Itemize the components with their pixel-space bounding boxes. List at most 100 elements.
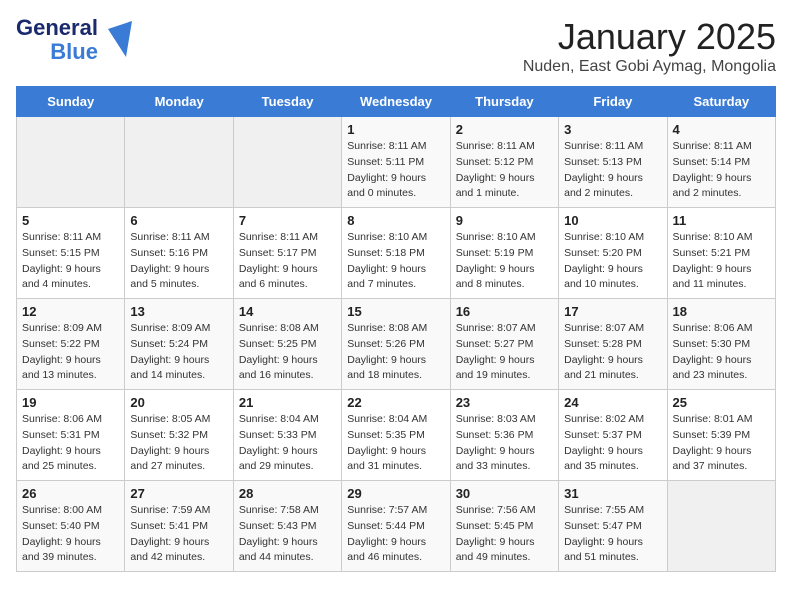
day-number: 10 — [564, 213, 661, 228]
day-info: Sunrise: 8:09 AM Sunset: 5:22 PM Dayligh… — [22, 321, 119, 384]
day-info: Sunrise: 8:03 AM Sunset: 5:36 PM Dayligh… — [456, 412, 553, 475]
day-info: Sunrise: 8:07 AM Sunset: 5:27 PM Dayligh… — [456, 321, 553, 384]
day-info: Sunrise: 8:05 AM Sunset: 5:32 PM Dayligh… — [130, 412, 227, 475]
day-number: 1 — [347, 122, 444, 137]
day-info: Sunrise: 8:08 AM Sunset: 5:26 PM Dayligh… — [347, 321, 444, 384]
calendar-cell: 7 Sunrise: 8:11 AM Sunset: 5:17 PM Daylig… — [233, 208, 341, 299]
calendar-cell: 30 Sunrise: 7:56 AM Sunset: 5:45 PM Dayli… — [450, 481, 558, 572]
day-number: 7 — [239, 213, 336, 228]
day-number: 6 — [130, 213, 227, 228]
calendar-cell: 10 Sunrise: 8:10 AM Sunset: 5:20 PM Dayli… — [559, 208, 667, 299]
day-info: Sunrise: 8:10 AM Sunset: 5:21 PM Dayligh… — [673, 230, 770, 293]
day-info: Sunrise: 8:02 AM Sunset: 5:37 PM Dayligh… — [564, 412, 661, 475]
day-info: Sunrise: 8:11 AM Sunset: 5:15 PM Dayligh… — [22, 230, 119, 293]
calendar-cell — [233, 117, 341, 208]
calendar-subtitle: Nuden, East Gobi Aymag, Mongolia — [523, 58, 776, 76]
day-number: 18 — [673, 304, 770, 319]
weekday-header-tuesday: Tuesday — [233, 87, 341, 117]
day-info: Sunrise: 8:01 AM Sunset: 5:39 PM Dayligh… — [673, 412, 770, 475]
weekday-header-wednesday: Wednesday — [342, 87, 450, 117]
day-info: Sunrise: 8:10 AM Sunset: 5:18 PM Dayligh… — [347, 230, 444, 293]
day-info: Sunrise: 8:11 AM Sunset: 5:14 PM Dayligh… — [673, 139, 770, 202]
calendar-cell: 8Sunrise: 8:10 AM Sunset: 5:18 PM Daylig… — [342, 208, 450, 299]
calendar-cell: 19 Sunrise: 8:06 AM Sunset: 5:31 PM Dayli… — [17, 390, 125, 481]
day-info: Sunrise: 8:10 AM Sunset: 5:19 PM Dayligh… — [456, 230, 553, 293]
day-info: Sunrise: 8:00 AM Sunset: 5:40 PM Dayligh… — [22, 503, 119, 566]
calendar-cell: 4 Sunrise: 8:11 AM Sunset: 5:14 PM Daylig… — [667, 117, 775, 208]
weekday-header-monday: Monday — [125, 87, 233, 117]
calendar-cell: 27 Sunrise: 7:59 AM Sunset: 5:41 PM Dayli… — [125, 481, 233, 572]
day-number: 13 — [130, 304, 227, 319]
calendar-cell: 5 Sunrise: 8:11 AM Sunset: 5:15 PM Daylig… — [17, 208, 125, 299]
day-info: Sunrise: 7:59 AM Sunset: 5:41 PM Dayligh… — [130, 503, 227, 566]
day-info: Sunrise: 8:06 AM Sunset: 5:30 PM Dayligh… — [673, 321, 770, 384]
calendar-week-2: 5 Sunrise: 8:11 AM Sunset: 5:15 PM Daylig… — [17, 208, 776, 299]
day-number: 17 — [564, 304, 661, 319]
calendar-cell: 3 Sunrise: 8:11 AM Sunset: 5:13 PM Daylig… — [559, 117, 667, 208]
day-info: Sunrise: 8:07 AM Sunset: 5:28 PM Dayligh… — [564, 321, 661, 384]
day-number: 23 — [456, 395, 553, 410]
day-info: Sunrise: 8:11 AM Sunset: 5:13 PM Dayligh… — [564, 139, 661, 202]
day-number: 31 — [564, 486, 661, 501]
day-number: 27 — [130, 486, 227, 501]
day-number: 9 — [456, 213, 553, 228]
day-number: 26 — [22, 486, 119, 501]
day-info: Sunrise: 8:11 AM Sunset: 5:17 PM Dayligh… — [239, 230, 336, 293]
weekday-header-friday: Friday — [559, 87, 667, 117]
day-number: 11 — [673, 213, 770, 228]
day-number: 4 — [673, 122, 770, 137]
logo-blue: Blue — [50, 40, 98, 64]
day-number: 19 — [22, 395, 119, 410]
day-number: 15 — [347, 304, 444, 319]
day-info: Sunrise: 7:57 AM Sunset: 5:44 PM Dayligh… — [347, 503, 444, 566]
day-number: 28 — [239, 486, 336, 501]
calendar-cell: 20Sunrise: 8:05 AM Sunset: 5:32 PM Dayli… — [125, 390, 233, 481]
calendar-cell: 13 Sunrise: 8:09 AM Sunset: 5:24 PM Dayli… — [125, 299, 233, 390]
day-info: Sunrise: 7:56 AM Sunset: 5:45 PM Dayligh… — [456, 503, 553, 566]
day-number: 30 — [456, 486, 553, 501]
calendar-cell: 23 Sunrise: 8:03 AM Sunset: 5:36 PM Dayli… — [450, 390, 558, 481]
day-number: 24 — [564, 395, 661, 410]
calendar-cell — [17, 117, 125, 208]
calendar-cell: 6 Sunrise: 8:11 AM Sunset: 5:16 PM Daylig… — [125, 208, 233, 299]
calendar-cell: 28 Sunrise: 7:58 AM Sunset: 5:43 PM Dayli… — [233, 481, 341, 572]
weekday-header-sunday: Sunday — [17, 87, 125, 117]
day-number: 3 — [564, 122, 661, 137]
calendar-cell: 18 Sunrise: 8:06 AM Sunset: 5:30 PM Dayli… — [667, 299, 775, 390]
calendar-cell — [667, 481, 775, 572]
calendar-cell: 11 Sunrise: 8:10 AM Sunset: 5:21 PM Dayli… — [667, 208, 775, 299]
calendar-cell: 14 Sunrise: 8:08 AM Sunset: 5:25 PM Dayli… — [233, 299, 341, 390]
day-number: 16 — [456, 304, 553, 319]
calendar-cell: 12 Sunrise: 8:09 AM Sunset: 5:22 PM Dayli… — [17, 299, 125, 390]
calendar-title: January 2025 — [523, 16, 776, 58]
calendar-cell: 31Sunrise: 7:55 AM Sunset: 5:47 PM Dayli… — [559, 481, 667, 572]
calendar-cell: 15 Sunrise: 8:08 AM Sunset: 5:26 PM Dayli… — [342, 299, 450, 390]
calendar-cell: 21Sunrise: 8:04 AM Sunset: 5:33 PM Dayli… — [233, 390, 341, 481]
title-area: January 2025 Nuden, East Gobi Aymag, Mon… — [523, 16, 776, 76]
day-info: Sunrise: 8:08 AM Sunset: 5:25 PM Dayligh… — [239, 321, 336, 384]
logo-general: General — [16, 16, 98, 40]
day-number: 14 — [239, 304, 336, 319]
calendar-cell: 22Sunrise: 8:04 AM Sunset: 5:35 PM Dayli… — [342, 390, 450, 481]
header: General Blue January 2025 Nuden, East Go… — [16, 16, 776, 76]
calendar-cell: 1Sunrise: 8:11 AM Sunset: 5:11 PM Daylig… — [342, 117, 450, 208]
day-number: 12 — [22, 304, 119, 319]
day-info: Sunrise: 8:09 AM Sunset: 5:24 PM Dayligh… — [130, 321, 227, 384]
logo: General Blue — [16, 16, 134, 64]
calendar-cell — [125, 117, 233, 208]
day-info: Sunrise: 7:58 AM Sunset: 5:43 PM Dayligh… — [239, 503, 336, 566]
calendar-cell: 9 Sunrise: 8:10 AM Sunset: 5:19 PM Daylig… — [450, 208, 558, 299]
day-number: 25 — [673, 395, 770, 410]
day-number: 5 — [22, 213, 119, 228]
calendar-cell: 29 Sunrise: 7:57 AM Sunset: 5:44 PM Dayli… — [342, 481, 450, 572]
calendar-cell: 24 Sunrise: 8:02 AM Sunset: 5:37 PM Dayli… — [559, 390, 667, 481]
calendar-cell: 2Sunrise: 8:11 AM Sunset: 5:12 PM Daylig… — [450, 117, 558, 208]
day-number: 29 — [347, 486, 444, 501]
weekday-header-thursday: Thursday — [450, 87, 558, 117]
day-info: Sunrise: 8:06 AM Sunset: 5:31 PM Dayligh… — [22, 412, 119, 475]
logo-bird-icon — [106, 19, 134, 57]
calendar-cell: 17 Sunrise: 8:07 AM Sunset: 5:28 PM Dayli… — [559, 299, 667, 390]
calendar-cell: 26 Sunrise: 8:00 AM Sunset: 5:40 PM Dayli… — [17, 481, 125, 572]
day-info: Sunrise: 8:10 AM Sunset: 5:20 PM Dayligh… — [564, 230, 661, 293]
day-info: Sunrise: 8:11 AM Sunset: 5:16 PM Dayligh… — [130, 230, 227, 293]
